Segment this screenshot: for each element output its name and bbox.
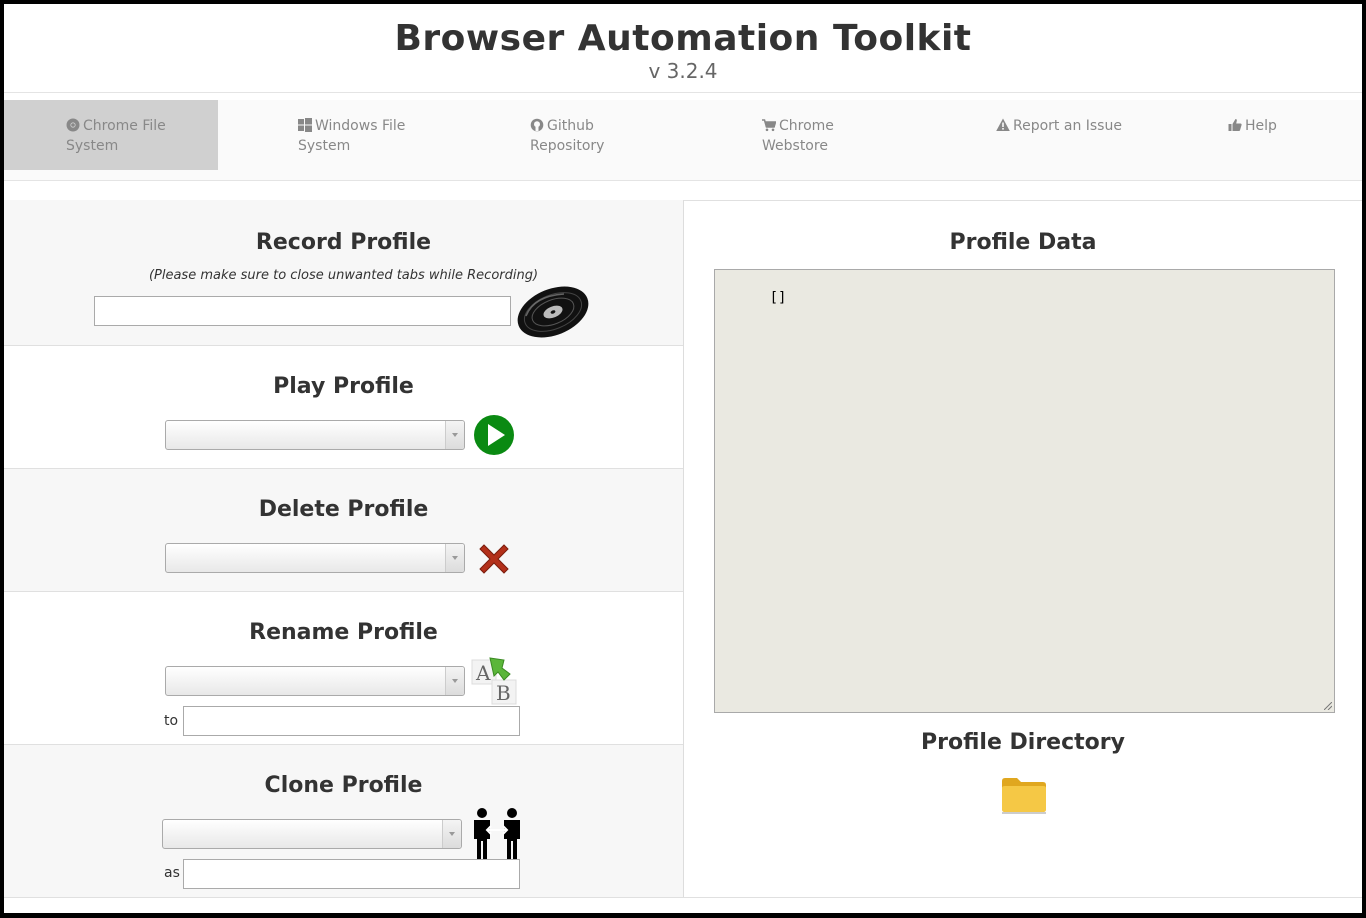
chevron-down-icon bbox=[445, 544, 464, 572]
record-hint: (Please make sure to close unwanted tabs… bbox=[148, 268, 539, 283]
rename-to-input[interactable] bbox=[183, 706, 520, 736]
delete-x-icon[interactable] bbox=[474, 539, 514, 579]
nav-item-label: Windows File System bbox=[298, 118, 406, 154]
nav-item-help[interactable]: Help bbox=[1164, 100, 1362, 170]
delete-profile-title: Delete Profile bbox=[258, 497, 429, 522]
delete-profile-section: Delete Profile bbox=[4, 469, 683, 592]
github-icon bbox=[530, 118, 544, 132]
app-title: Browser Automation Toolkit bbox=[394, 18, 972, 59]
clone-profile-select[interactable] bbox=[162, 819, 462, 849]
record-profile-title: Record Profile bbox=[255, 230, 432, 255]
thumbs-up-icon bbox=[1228, 119, 1242, 131]
delete-profile-select[interactable] bbox=[165, 543, 465, 573]
rename-to-label: to bbox=[164, 713, 179, 729]
rename-ab-icon[interactable]: A B bbox=[470, 656, 518, 706]
clone-as-label: as bbox=[164, 865, 180, 881]
vinyl-record-icon[interactable] bbox=[514, 286, 592, 338]
main-divider-bottom bbox=[4, 897, 1362, 898]
play-profile-title: Play Profile bbox=[273, 374, 414, 399]
chevron-down-icon bbox=[445, 667, 464, 695]
rename-profile-section: Rename Profile A B to bbox=[4, 592, 683, 745]
profile-directory-title: Profile Directory bbox=[921, 730, 1125, 755]
nav-item-label: Help bbox=[1245, 118, 1277, 134]
chevron-down-icon bbox=[445, 421, 464, 449]
profile-data-content: [] bbox=[769, 290, 787, 306]
play-profile-section: Play Profile bbox=[4, 346, 683, 469]
clone-profile-section: Clone Profile as bbox=[4, 745, 683, 897]
warning-icon bbox=[996, 118, 1010, 131]
profile-data-textarea[interactable]: [] bbox=[714, 269, 1335, 713]
windows-icon bbox=[298, 118, 312, 132]
record-profile-name-input[interactable] bbox=[94, 296, 511, 326]
nav-item-label: Chrome File System bbox=[66, 118, 166, 154]
clone-profile-title: Clone Profile bbox=[264, 773, 423, 798]
nav-bar: Chrome File System Windows File System G… bbox=[4, 100, 1362, 181]
resize-grip-icon[interactable] bbox=[1324, 702, 1332, 710]
svg-text:B: B bbox=[496, 681, 511, 705]
clone-people-icon[interactable] bbox=[471, 807, 523, 861]
app-version: v 3.2.4 bbox=[648, 59, 718, 83]
left-panel: Record Profile (Please make sure to clos… bbox=[4, 200, 684, 897]
nav-item-windows-file-system[interactable]: Windows File System bbox=[236, 100, 450, 170]
right-panel: Profile Data [] Profile Directory bbox=[684, 200, 1362, 897]
svg-text:A: A bbox=[475, 661, 491, 685]
nav-item-report-issue[interactable]: Report an Issue bbox=[932, 100, 1146, 170]
cart-icon bbox=[762, 119, 776, 132]
rename-profile-title: Rename Profile bbox=[249, 620, 438, 645]
play-profile-select[interactable] bbox=[165, 420, 465, 450]
app-window: Browser Automation Toolkit v 3.2.4 Chrom… bbox=[4, 4, 1362, 913]
clone-as-input[interactable] bbox=[183, 859, 520, 889]
nav-item-label: Report an Issue bbox=[1013, 118, 1122, 134]
nav-item-chrome-webstore[interactable]: Chrome Webstore bbox=[700, 100, 914, 170]
nav-item-github-repository[interactable]: Github Repository bbox=[468, 100, 682, 170]
rename-profile-select[interactable] bbox=[165, 666, 465, 696]
play-icon[interactable] bbox=[473, 414, 515, 456]
record-profile-section: Record Profile (Please make sure to clos… bbox=[4, 200, 683, 346]
chevron-down-icon bbox=[442, 820, 461, 848]
page-header: Browser Automation Toolkit v 3.2.4 bbox=[4, 4, 1362, 93]
profile-data-title: Profile Data bbox=[949, 230, 1097, 255]
chrome-icon bbox=[66, 118, 80, 132]
folder-icon[interactable] bbox=[1000, 775, 1048, 815]
nav-item-chrome-file-system[interactable]: Chrome File System bbox=[4, 100, 218, 170]
